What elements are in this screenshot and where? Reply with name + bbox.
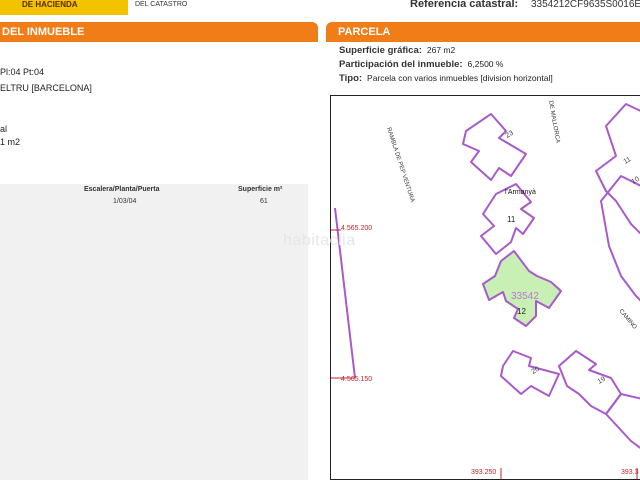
top-bar: DE HACIENDA DEL CATASTRO Referencia cata… <box>0 0 640 18</box>
parcel-number-19: 19 <box>597 376 607 386</box>
coord-label-y1: 4.565.200 <box>341 225 372 232</box>
parcel-outline-19 <box>558 350 622 415</box>
map-canvas: RAMBLA DE PEP VENTURA DE MALLORCA l'Arma… <box>331 100 640 479</box>
tipo-row: Tipo: Parcela con varios inmuebles [divis… <box>339 73 553 84</box>
participacion-value: 6,2500 % <box>467 59 504 69</box>
superficie-label: Superficie gráfica: <box>339 45 422 56</box>
street-label-rambla: RAMBLA DE PEP VENTURA <box>385 127 415 203</box>
parcel-outline-23 <box>462 113 527 181</box>
street-label-camino: CAMINO <box>617 308 637 330</box>
superficie-value: 267 m2 <box>426 45 456 55</box>
reference-value: 3354212CF9635S0016E <box>531 0 640 10</box>
coord-label-y2: 4.565.150 <box>341 376 372 383</box>
parcel-number-12: 12 <box>517 307 526 316</box>
reference-label: Referencia catastral: <box>410 0 519 10</box>
coord-label-x1: 393.250 <box>471 469 496 476</box>
col-header-escalera: Escalera/Planta/Puerta <box>84 186 160 193</box>
table-cell-escalera: 1/03/04 <box>113 198 137 205</box>
surface-table <box>0 184 308 480</box>
watermark: habitaclia <box>283 232 356 249</box>
tipo-label: Tipo: <box>339 73 363 84</box>
coord-label-x2: 393.3 <box>621 469 639 476</box>
parcel-map[interactable]: RAMBLA DE PEP VENTURA DE MALLORCA l'Arma… <box>330 95 640 480</box>
location-municipality: ELTRU [BARCELONA] <box>0 83 92 93</box>
participacion-row: Participación del inmueble: 6,2500 % <box>339 59 503 70</box>
logo-text: DE HACIENDA <box>22 0 78 9</box>
use-value: al <box>0 124 8 134</box>
parcela-header: PARCELA <box>326 22 640 42</box>
location-floor: Pl:04 Pt:04 <box>0 67 45 77</box>
tipo-value: Parcela con varios inmuebles [division h… <box>367 73 553 83</box>
logo: DE HACIENDA <box>0 0 128 15</box>
parcel-outline-10 <box>600 175 640 302</box>
inmueble-header: DEL INMUEBLE <box>0 22 318 42</box>
street-label-mallorca: DE MALLORCA <box>547 100 560 143</box>
parcel-outline-right <box>595 103 640 235</box>
street-label-armanya: l'Armanyà <box>505 189 536 196</box>
superficie-row: Superficie gráfica: 267 m2 <box>339 45 455 56</box>
participacion-label: Participación del inmueble: <box>339 59 463 70</box>
highlight-parcel-label: 33542 <box>511 291 539 302</box>
parcel-outline-bottom <box>605 393 640 449</box>
col-header-superficie: Superficie m² <box>238 186 283 193</box>
logo-subtitle: DEL CATASTRO <box>135 1 188 8</box>
surface-value: 1 m2 <box>0 137 21 147</box>
parcel-outline-20 <box>500 350 560 397</box>
parcel-number-11a: 11 <box>507 215 516 224</box>
table-cell-superficie: 61 <box>260 198 268 205</box>
parcel-number-11b: 11 <box>623 156 633 166</box>
